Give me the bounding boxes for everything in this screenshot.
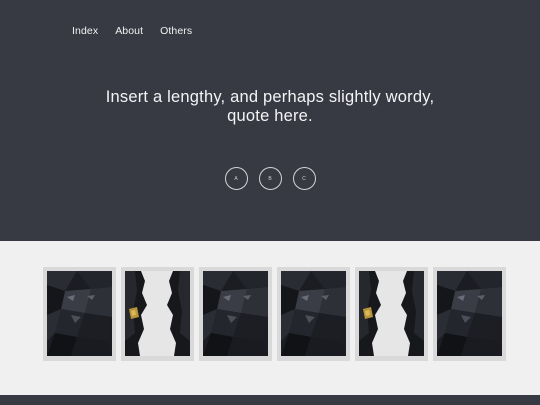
gallery-thumb[interactable] xyxy=(355,267,428,361)
faceted-face-image xyxy=(47,271,112,356)
circle-button-b[interactable]: B xyxy=(258,167,282,190)
gallery-thumb[interactable] xyxy=(277,267,350,361)
gallery-thumb[interactable] xyxy=(43,267,116,361)
hero-quote-line-2: quote here. xyxy=(227,107,313,125)
circle-button-c[interactable]: C xyxy=(292,167,316,190)
circle-button-a[interactable]: A xyxy=(224,167,248,190)
hero-section: Index About Others Insert a lengthy, and… xyxy=(0,0,540,241)
faceted-face-image xyxy=(281,271,346,356)
main-nav: Index About Others xyxy=(72,25,192,37)
circle-buttons: A B C xyxy=(0,167,540,190)
footer-bar xyxy=(0,395,540,405)
gallery-thumb[interactable] xyxy=(121,267,194,361)
nav-link-index[interactable]: Index xyxy=(72,25,98,37)
gallery-thumb[interactable] xyxy=(433,267,506,361)
hero-quote: Insert a lengthy, and perhaps slightly w… xyxy=(0,88,540,126)
faceted-face-image xyxy=(203,271,268,356)
profile-faces-image xyxy=(359,271,424,356)
gallery-thumb[interactable] xyxy=(199,267,272,361)
nav-link-others[interactable]: Others xyxy=(160,25,192,37)
nav-link-about[interactable]: About xyxy=(115,25,143,37)
hero-quote-line-1: Insert a lengthy, and perhaps slightly w… xyxy=(105,88,435,106)
image-gallery xyxy=(43,267,506,361)
faceted-face-image xyxy=(437,271,502,356)
profile-faces-image xyxy=(125,271,190,356)
